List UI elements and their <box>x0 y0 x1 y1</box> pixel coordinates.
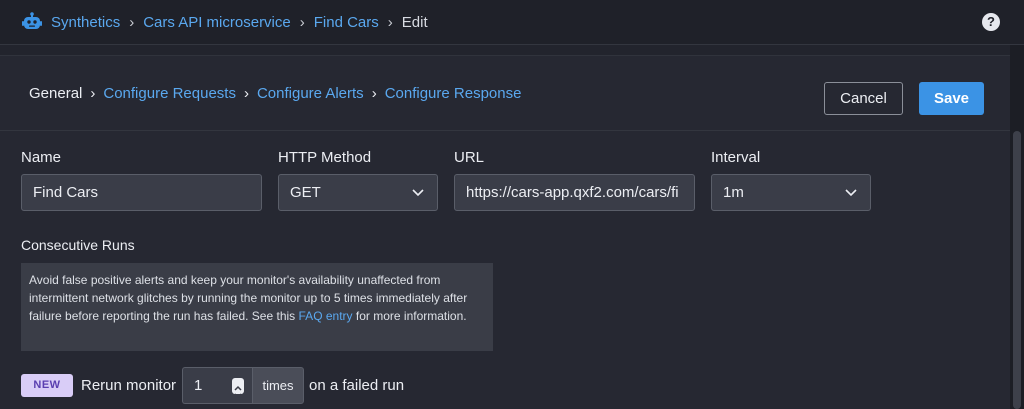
scrollbar[interactable] <box>1010 45 1024 409</box>
save-button[interactable]: Save <box>919 82 984 115</box>
step-configure-alerts[interactable]: Configure Alerts <box>257 85 364 102</box>
consecutive-runs-description: Avoid false positive alerts and keep you… <box>21 263 493 351</box>
chevron-right-icon: › <box>387 13 393 31</box>
name-input[interactable]: Find Cars <box>21 174 262 211</box>
chevron-right-icon: › <box>90 84 96 102</box>
breadcrumb-cars-api[interactable]: Cars API microservice <box>143 14 291 31</box>
rerun-suffix: on a failed run <box>309 377 405 394</box>
chevron-right-icon: › <box>243 84 249 102</box>
chevron-down-icon <box>845 189 857 197</box>
url-label: URL <box>454 149 485 166</box>
http-method-label: HTTP Method <box>278 149 372 166</box>
step-configure-requests[interactable]: Configure Requests <box>103 85 236 102</box>
cancel-button[interactable]: Cancel <box>824 82 903 115</box>
step-general[interactable]: General <box>29 85 82 102</box>
step-configure-response[interactable]: Configure Response <box>385 85 522 102</box>
http-method-select[interactable]: GET <box>278 174 438 211</box>
name-label: Name <box>21 149 62 166</box>
interval-value: 1m <box>723 184 744 201</box>
times-unit: times <box>252 367 304 404</box>
chevron-down-icon <box>412 189 424 197</box>
interval-select[interactable]: 1m <box>711 174 871 211</box>
faq-entry-link[interactable]: FAQ entry <box>299 309 353 323</box>
rerun-count-value: 1 <box>194 377 203 394</box>
chevron-right-icon: › <box>299 13 305 31</box>
chevron-right-icon: › <box>371 84 377 102</box>
spin-arrows-icon[interactable] <box>232 378 244 399</box>
new-badge: NEW <box>21 374 73 397</box>
consecutive-runs-title: Consecutive Runs <box>21 237 135 253</box>
chevron-right-icon: › <box>129 13 135 31</box>
breadcrumb-current: Edit <box>401 13 428 31</box>
name-value: Find Cars <box>33 184 99 201</box>
breadcrumb-find-cars[interactable]: Find Cars <box>314 14 379 31</box>
top-bar: Synthetics › Cars API microservice › Fin… <box>0 0 1024 45</box>
step-nav: General › Configure Requests › Configure… <box>0 56 1010 131</box>
http-method-value: GET <box>290 184 321 201</box>
help-icon[interactable]: ? <box>982 13 1000 31</box>
url-value: https://cars-app.qxf2.com/cars/fi <box>466 184 679 201</box>
interval-label: Interval <box>711 149 761 166</box>
editor-panel: General › Configure Requests › Configure… <box>0 55 1010 409</box>
rerun-count-stepper[interactable]: 1 <box>182 367 252 404</box>
url-input[interactable]: https://cars-app.qxf2.com/cars/fi <box>454 174 695 211</box>
robot-logo-icon <box>22 12 42 29</box>
breadcrumb-synthetics[interactable]: Synthetics <box>51 14 120 31</box>
description-text-end: for more information. <box>355 309 467 323</box>
rerun-label: Rerun monitor <box>81 377 177 394</box>
scrollbar-thumb[interactable] <box>1013 131 1021 409</box>
